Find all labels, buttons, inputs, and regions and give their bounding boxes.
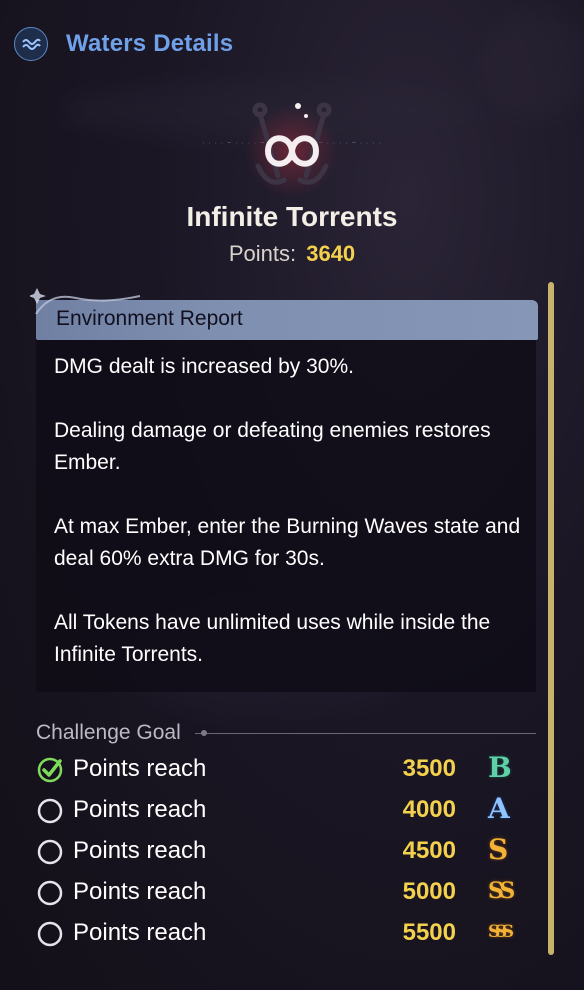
rank-s-icon: S: [488, 833, 509, 866]
goal-value: 5000: [402, 878, 456, 905]
current-points: Points: 3640: [0, 241, 584, 267]
mode-title: Infinite Torrents: [186, 201, 398, 232]
rank-ss-icon: SS: [488, 878, 515, 904]
points-value: 3640: [306, 241, 356, 266]
scrollbar[interactable]: [548, 282, 554, 955]
empty-circle-icon: [37, 921, 63, 947]
goal-row: Points reach 4500 S: [36, 831, 536, 871]
goal-row: Points reach 5500 SSS: [36, 913, 536, 953]
points-label: Points:: [228, 241, 297, 266]
goal-row: Points reach 4000 A: [36, 790, 536, 830]
goal-value: 4500: [402, 837, 456, 864]
goal-label: Points reach: [73, 837, 207, 864]
anchor-infinity-emblem-icon: [238, 96, 346, 197]
goal-value: 5500: [402, 919, 456, 946]
empty-circle-icon: [37, 880, 63, 906]
page-header: Waters Details: [14, 26, 233, 62]
rank-b-icon: B: [488, 751, 512, 784]
goal-label: Points reach: [73, 919, 207, 946]
page-title: Waters Details: [66, 30, 234, 57]
goal-value: 3500: [402, 755, 456, 782]
report-paragraph: At max Ember, enter the Burning Waves st…: [54, 515, 521, 570]
report-paragraph: All Tokens have unlimited uses while ins…: [54, 611, 491, 666]
empty-circle-icon: [37, 839, 63, 865]
challenge-goal-title: Challenge Goal: [36, 721, 181, 744]
check-circle-icon: [37, 757, 63, 783]
divider: [194, 729, 536, 736]
report-paragraph: Dealing damage or defeating enemies rest…: [54, 419, 491, 474]
environment-report-title: Environment Report: [56, 307, 243, 330]
report-paragraph: DMG dealt is increased by 30%.: [54, 355, 354, 378]
goal-row: Points reach 5000 SS: [36, 872, 536, 912]
rank-a-icon: A: [488, 792, 510, 825]
challenge-goal-header: Challenge Goal: [36, 718, 536, 748]
goal-label: Points reach: [73, 755, 207, 782]
empty-circle-icon: [37, 798, 63, 824]
environment-report-body: DMG dealt is increased by 30%. Dealing d…: [54, 351, 524, 703]
waves-icon: [14, 27, 48, 61]
background-blur: [480, 10, 584, 120]
goal-label: Points reach: [73, 878, 207, 905]
goal-value: 4000: [402, 796, 456, 823]
rank-sss-icon: SSS: [488, 922, 514, 942]
goal-label: Points reach: [73, 796, 207, 823]
goal-row: Points reach 3500 B: [36, 749, 536, 789]
